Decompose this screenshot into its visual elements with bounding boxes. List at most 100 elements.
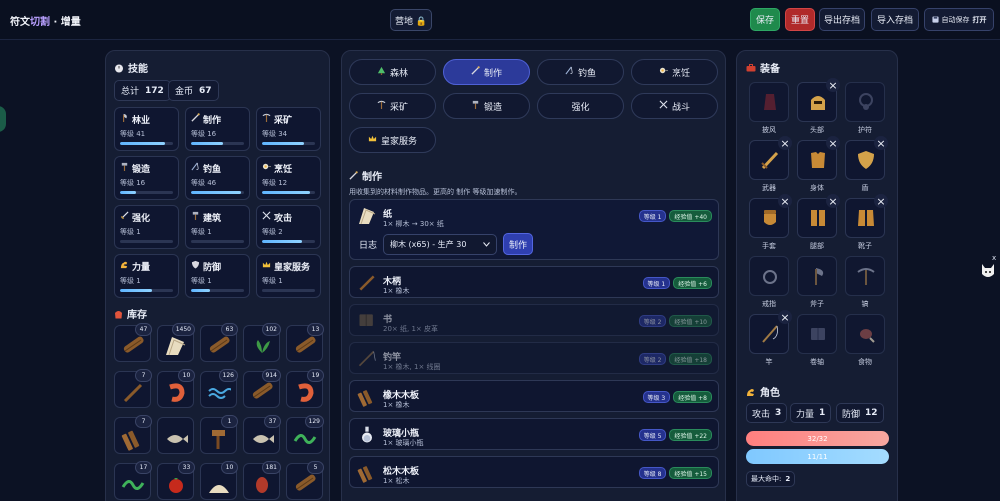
equipment-slot-label: 竿 [765, 358, 773, 366]
skill-progress [120, 240, 173, 243]
craft-button[interactable]: 制作 [503, 233, 534, 255]
inventory-slot[interactable]: 47 [114, 323, 152, 362]
recipe-row[interactable]: 玻璃小瓶 1× 玻璃小瓶 等级 5 经验值 +22 [349, 418, 719, 450]
equipment-slot[interactable] [797, 314, 837, 354]
unequip-icon[interactable]: × [874, 136, 888, 150]
category-tab[interactable]: 制作 [443, 59, 530, 85]
swords-icon [262, 211, 271, 224]
unequip-icon[interactable]: × [874, 194, 888, 208]
skill-card[interactable]: 攻击 等级 2 [256, 205, 321, 249]
unequip-icon[interactable]: × [778, 136, 792, 150]
skill-card[interactable]: 林业 等级 41 [114, 107, 179, 151]
category-tab[interactable]: 采矿 [349, 93, 436, 119]
skill-card[interactable]: 烹饪 等级 12 [256, 156, 321, 200]
unequip-icon[interactable]: × [778, 194, 792, 208]
inventory-slot[interactable]: 914 [243, 369, 281, 408]
skill-progress [191, 191, 244, 194]
recipe-row[interactable]: 钓竿 1× 橡木, 1× 线圈 等级 2 经验值 +18 [349, 342, 719, 374]
log-select[interactable]: 柳木 (x65) - 生产 30 [383, 233, 498, 255]
inventory-slot[interactable]: 10 [157, 369, 195, 408]
skill-card[interactable]: 强化 等级 1 [114, 205, 179, 249]
category-tab[interactable]: 锻造 [443, 93, 530, 119]
equipment-slot[interactable] [845, 256, 885, 296]
cat-mascot-icon[interactable] [980, 262, 996, 280]
inventory-slot[interactable]: 129 [286, 415, 324, 454]
equipment-slot[interactable]: × [797, 136, 840, 180]
category-tab[interactable]: 强化 [537, 93, 624, 119]
inventory-slot[interactable] [157, 417, 194, 454]
category-tab[interactable]: 皇家服务 [349, 127, 436, 153]
side-handle[interactable] [0, 106, 6, 132]
xp-badge: 经验值 +15 [669, 467, 712, 479]
inventory-slot[interactable]: 5 [286, 461, 324, 500]
skill-card[interactable]: 防御 等级 1 [185, 254, 250, 298]
skill-card[interactable]: 制作 等级 16 [185, 107, 250, 151]
skill-name: 防御 [203, 263, 222, 273]
unequip-icon[interactable]: × [826, 136, 840, 150]
equipment-slot[interactable] [797, 256, 837, 296]
inventory-slot[interactable]: 17 [114, 461, 152, 500]
close-icon[interactable]: x [992, 254, 996, 262]
stick-icon [357, 273, 377, 296]
inventory-slot[interactable]: 181 [243, 461, 281, 500]
equipment-slot[interactable]: × [749, 136, 792, 180]
recipe-row[interactable]: 橡木木板 1× 橡木 等级 3 经验值 +8 [349, 380, 719, 412]
crafting-description: 用收集到的材料制作物品。更高的 制作 等级加速制作。 [349, 188, 522, 196]
level-badge: 等级 2 [638, 353, 667, 365]
recipe-materials: 1× 橡木 [383, 287, 410, 295]
inventory-slot[interactable]: 1 [200, 415, 238, 454]
inventory-slot[interactable]: 63 [200, 323, 238, 362]
skill-card[interactable]: 采矿 等级 34 [256, 107, 321, 151]
inventory-slot[interactable]: 7 [114, 369, 152, 408]
equipment-slot[interactable]: × [749, 310, 792, 354]
equipment-slot[interactable] [749, 256, 789, 296]
skill-card[interactable]: 锻造 等级 16 [114, 156, 179, 200]
skill-card[interactable]: 建筑 等级 1 [185, 205, 250, 249]
import-save-button[interactable]: 导入存档 [871, 8, 919, 31]
recipe-row[interactable]: 木柄 1× 橡木 等级 1 经验值 +6 [349, 266, 719, 298]
inventory-slot[interactable]: 126 [200, 369, 238, 408]
unequip-icon[interactable]: × [778, 310, 792, 324]
category-tab[interactable]: 钓鱼 [537, 59, 624, 85]
brush-icon [349, 171, 358, 180]
skill-name: 烹饪 [274, 165, 293, 175]
equipment-slot[interactable] [749, 82, 789, 122]
inventory-slot[interactable]: 7 [114, 415, 152, 454]
recipe-row[interactable]: 松木木板 1× 松木 等级 8 经验值 +15 [349, 456, 719, 488]
category-tab[interactable]: 烹饪 [631, 59, 718, 85]
unequip-icon[interactable]: × [826, 194, 840, 208]
equipment-slot[interactable]: × [797, 194, 840, 238]
category-tab[interactable]: 森林 [349, 59, 436, 85]
inventory-slot[interactable]: 102 [243, 323, 281, 362]
category-tab[interactable]: 战斗 [631, 93, 718, 119]
inventory-slot[interactable]: 10 [200, 461, 238, 500]
skill-card[interactable]: 皇家服务 等级 1 [256, 254, 321, 298]
export-save-button[interactable]: 导出存档 [819, 8, 865, 31]
inventory-slot[interactable]: 37 [243, 415, 281, 454]
equipment-slot[interactable]: × [749, 194, 792, 238]
equipment-slot-label: 披风 [762, 126, 776, 134]
inventory-slot[interactable]: 1450 [157, 323, 195, 362]
unequip-icon[interactable]: × [826, 78, 840, 92]
pan-icon [659, 66, 668, 78]
category-label: 采矿 [389, 102, 408, 113]
pickaxe-icon [377, 100, 386, 112]
equipment-slot[interactable] [845, 314, 885, 354]
autosave-toggle[interactable]: 自动保存 打开 [924, 8, 994, 31]
inventory-slot[interactable]: 33 [157, 461, 195, 500]
skill-card[interactable]: 力量 等级 1 [114, 254, 179, 298]
skill-name: 建筑 [203, 214, 222, 224]
equipment-slot[interactable]: × [845, 194, 888, 238]
inventory-slot[interactable]: 13 [286, 323, 324, 362]
recipe-row[interactable]: 书 20× 纸, 1× 皮革 等级 2 经验值 +10 [349, 304, 719, 336]
reset-button[interactable]: 重置 [785, 8, 815, 31]
muscle-icon [120, 260, 129, 273]
equipment-slot[interactable] [845, 82, 885, 122]
inventory-slot[interactable]: 19 [286, 369, 324, 408]
camp-button[interactable]: 营地 🔒 [390, 9, 432, 31]
skill-card[interactable]: 钓鱼 等级 46 [185, 156, 250, 200]
save-button[interactable]: 保存 [750, 8, 780, 31]
item-count: 10 [178, 369, 195, 382]
equipment-slot[interactable]: × [797, 78, 840, 122]
equipment-slot[interactable]: × [845, 136, 888, 180]
